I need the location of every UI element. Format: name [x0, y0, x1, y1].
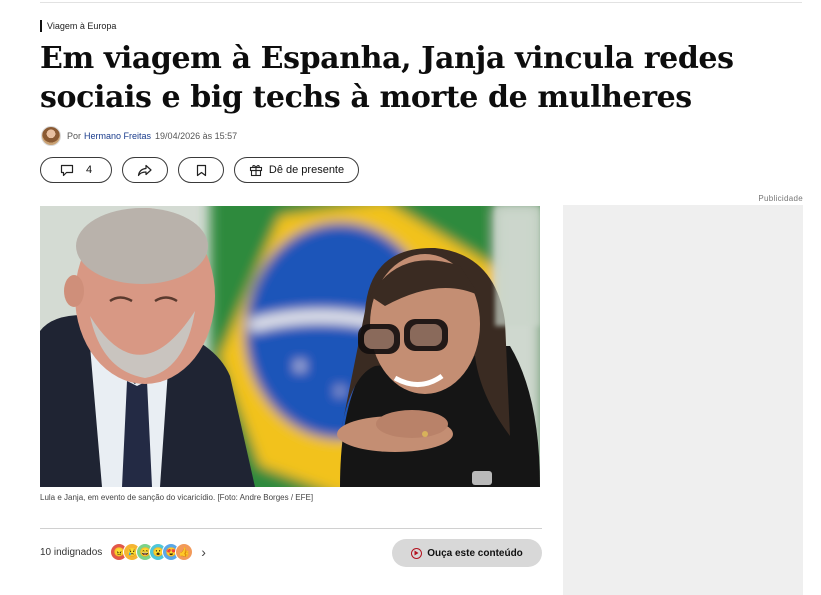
bookmark-button[interactable] [178, 157, 224, 183]
listen-audio-button[interactable]: Ouça este conteúdo [392, 539, 542, 567]
section-tag[interactable]: Viagem à Europa [40, 20, 116, 32]
ad-slot[interactable] [563, 205, 803, 595]
chevron-right-icon[interactable]: › [201, 544, 206, 560]
reactions-count: 10 indignados [40, 546, 103, 558]
comment-count: 4 [85, 164, 93, 176]
gift-label: Dê de presente [268, 164, 345, 176]
reactions-summary[interactable]: 10 indignados 😠 😢 😄 😮 😍 👍 › [40, 541, 206, 563]
reaction-icons[interactable]: 😠 😢 😄 😮 😍 👍 [110, 543, 194, 561]
publish-timestamp: 19/04/2026 às 15:57 [155, 131, 238, 141]
comment-icon [60, 164, 74, 177]
author-avatar[interactable] [41, 126, 61, 146]
like-icon[interactable]: 👍 [175, 543, 194, 561]
share-button[interactable] [122, 157, 168, 183]
gift-button[interactable]: Dê de presente [234, 157, 359, 183]
gift-icon [249, 163, 263, 177]
byline: Por Hermano Freitas 19/04/2026 às 15:57 [41, 125, 237, 147]
bookmark-icon [196, 164, 207, 177]
comments-button[interactable]: 4 [40, 157, 112, 183]
photo-illustration [40, 206, 540, 487]
top-divider [40, 2, 802, 3]
author-link[interactable]: Hermano Freitas [84, 131, 151, 141]
content-divider [40, 528, 542, 529]
photo-caption: Lula e Janja, em evento de sanção do vic… [40, 493, 314, 502]
listen-label: Ouça este conteúdo [427, 547, 523, 559]
article-headline: Em viagem à Espanha, Janja vincula redes… [40, 41, 734, 115]
play-icon [411, 547, 423, 559]
article-actions: 4 Dê de presente [40, 157, 359, 185]
article-photo[interactable] [40, 206, 540, 487]
ad-label: Publicidade [758, 194, 803, 203]
byline-prefix: Por [67, 131, 82, 141]
share-icon [137, 164, 153, 177]
